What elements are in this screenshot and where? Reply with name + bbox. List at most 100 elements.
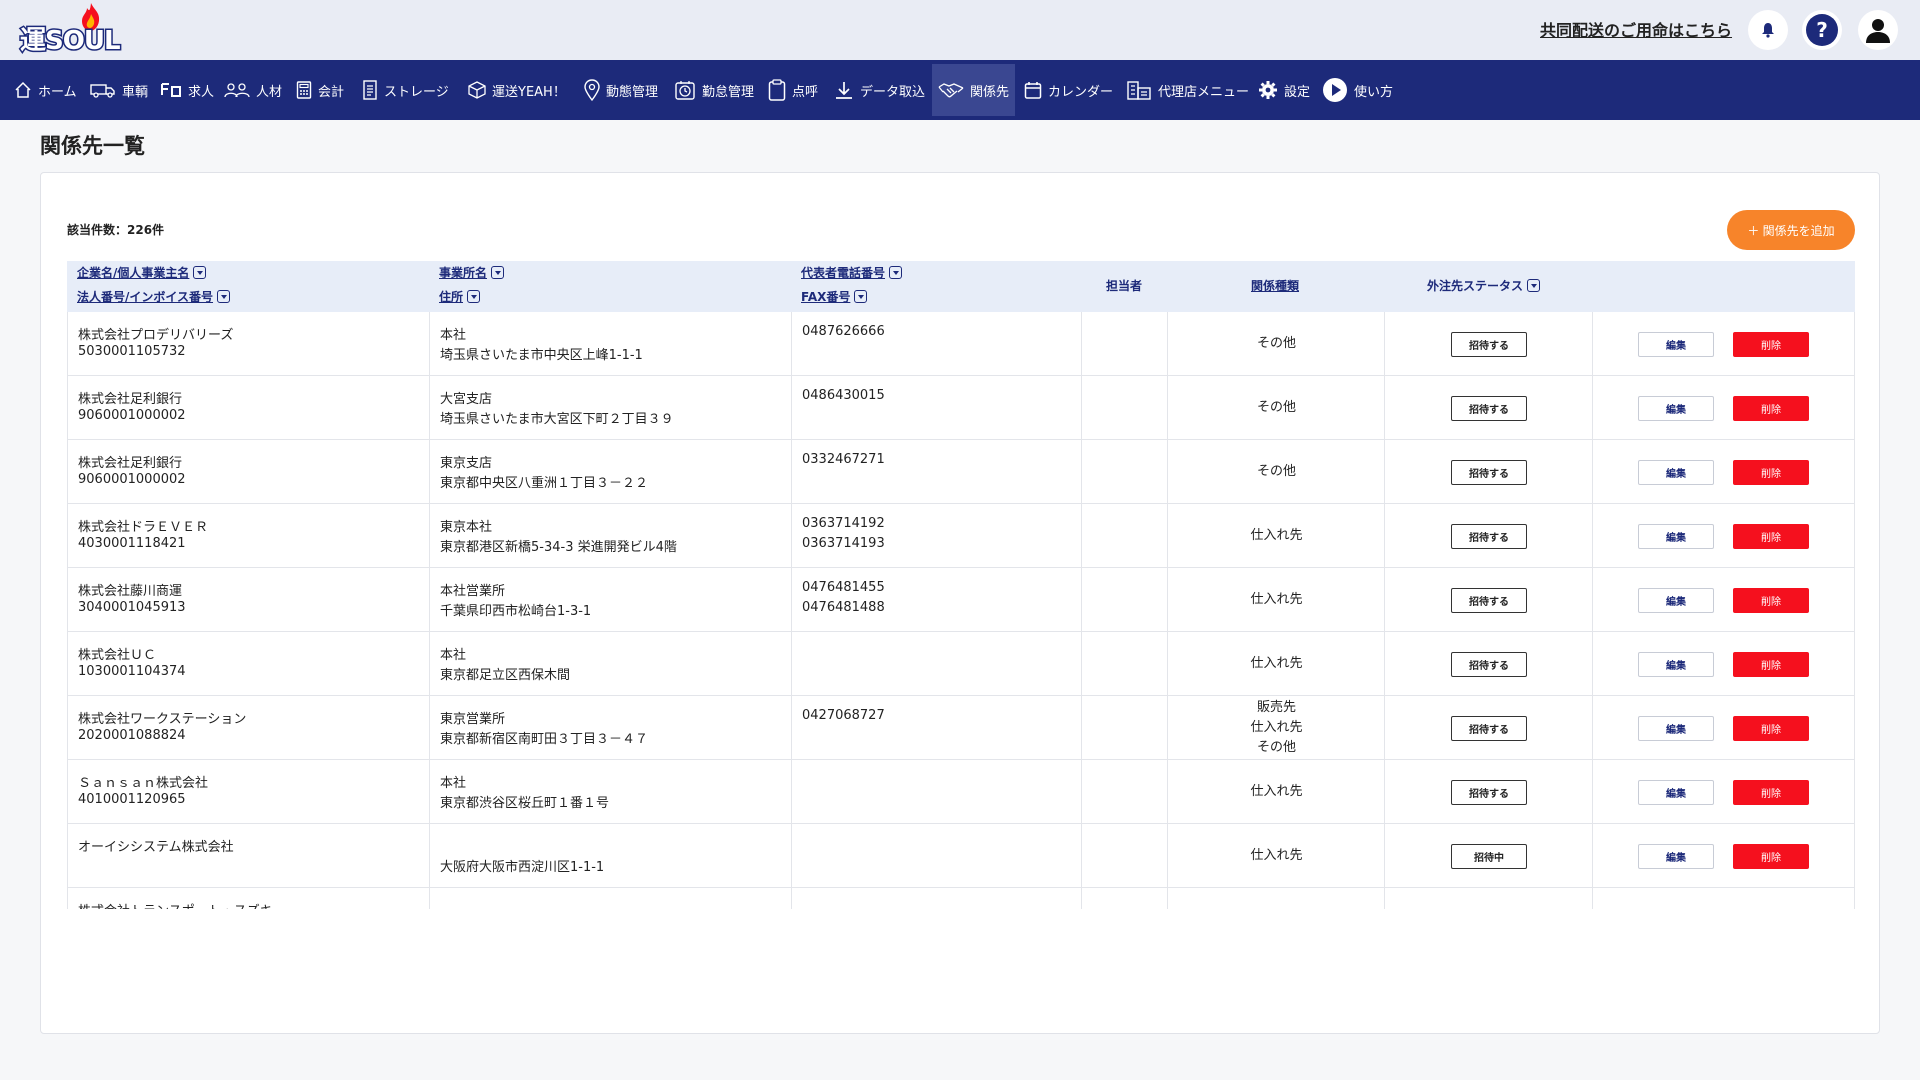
edit-button[interactable]: 編集 xyxy=(1638,524,1714,549)
kind-list: その他 xyxy=(1168,312,1385,376)
nav-tracking[interactable]: 動態管理 xyxy=(580,64,662,116)
invite-button[interactable]: 招待する xyxy=(1451,588,1527,613)
edit-button[interactable]: 編集 xyxy=(1638,652,1714,677)
phone-cell: 0486430015 xyxy=(791,376,1081,440)
delete-button[interactable]: 削除 xyxy=(1733,588,1809,613)
company-cell: オーイシシステム株式会社 xyxy=(67,824,429,888)
edit-button[interactable]: 編集 xyxy=(1638,716,1714,741)
delete-button[interactable]: 削除 xyxy=(1733,524,1809,549)
partners-card: 該当件数：226件 ＋ 関係先を追加 企業名/個人事業主名 法人番号/インボイス… xyxy=(40,172,1880,1034)
nav-storage[interactable]: ストレージ xyxy=(358,64,453,116)
edit-button[interactable]: 編集 xyxy=(1638,588,1714,613)
office-name: 大宮支店 xyxy=(440,392,493,407)
sort-phone[interactable]: 代表者電話番号 xyxy=(801,264,903,281)
invite-button[interactable]: 招待する xyxy=(1451,332,1527,357)
notification-button[interactable] xyxy=(1748,10,1788,50)
invite-button[interactable]: 招待する xyxy=(1451,460,1527,485)
invite-button[interactable]: 招待する xyxy=(1451,716,1527,741)
kind-cell: 仕入れ先 xyxy=(1167,632,1384,696)
table-row: 株式会社ワークステーション 2020001088824 東京営業所 東京都新宿区南町田… xyxy=(67,696,1855,760)
office-name: 本社営業所 xyxy=(440,584,506,599)
invite-button[interactable]: 招待する xyxy=(1451,780,1527,805)
edit-button[interactable]: 編集 xyxy=(1638,332,1714,357)
delete-button[interactable]: 削除 xyxy=(1733,780,1809,805)
relation-kind: その他 xyxy=(1256,400,1296,415)
app-logo[interactable]: 運SOUL xyxy=(16,2,164,58)
timecard-icon xyxy=(675,81,695,100)
header-label: 住所 xyxy=(439,290,464,304)
office-cell: 東京営業所 東京都新宿区南町田３丁目３－４７ xyxy=(429,696,791,760)
delete-button[interactable]: 削除 xyxy=(1733,332,1809,357)
dropdown-icon[interactable] xyxy=(193,266,207,279)
delete-button[interactable]: 削除 xyxy=(1733,652,1809,677)
sort-kind[interactable]: 関係種類 xyxy=(1251,277,1299,294)
delete-button[interactable]: 削除 xyxy=(1733,716,1809,741)
company-name: 株式会社足利銀行 xyxy=(78,392,183,407)
filter-status[interactable]: 外注先ステータス xyxy=(1427,277,1541,294)
invite-button[interactable]: 招待中 xyxy=(1451,844,1527,869)
nav-home[interactable]: ホーム xyxy=(10,64,81,116)
person-cell xyxy=(1081,440,1167,504)
invite-button[interactable]: 招待する xyxy=(1451,652,1527,677)
kind-cell: その他 xyxy=(1167,376,1384,440)
nav-partners[interactable]: 関係先 xyxy=(932,64,1016,116)
nav-attendance[interactable]: 勤怠管理 xyxy=(670,64,758,116)
company-cell: 株式会社足利銀行 9060001000002 xyxy=(67,440,429,504)
edit-button[interactable]: 編集 xyxy=(1638,396,1714,421)
nav-agency-menu[interactable]: 代理店メニュー xyxy=(1122,64,1253,116)
nav-calendar[interactable]: カレンダー xyxy=(1020,64,1117,116)
invite-button[interactable]: 招待する xyxy=(1451,396,1527,421)
add-partner-button[interactable]: ＋ 関係先を追加 xyxy=(1727,210,1855,250)
logo-text: 運SOUL xyxy=(19,25,122,58)
company-name: 株式会社ドラＥＶＥＲ xyxy=(78,520,209,535)
sort-corp-number[interactable]: 法人番号/インボイス番号 xyxy=(77,288,231,305)
joint-delivery-link[interactable]: 共同配送のご用命はこちら xyxy=(1540,17,1732,41)
sort-fax[interactable]: FAX番号 xyxy=(801,288,868,305)
delete-button[interactable]: 削除 xyxy=(1733,396,1809,421)
nav-data-import[interactable]: データ取込 xyxy=(830,64,929,116)
dropdown-icon[interactable] xyxy=(854,290,868,303)
dropdown-icon[interactable] xyxy=(1527,279,1541,292)
status-cell: 招待する xyxy=(1384,632,1592,696)
delete-button[interactable]: 削除 xyxy=(1733,460,1809,485)
nav-jobs[interactable]: 求人 xyxy=(156,64,218,116)
nav-how-to[interactable]: 使い方 xyxy=(1318,64,1397,116)
office-cell: 本社営業所 千葉県印西市松崎台1-3-1 xyxy=(429,568,791,632)
corp-number: 4030001118421 xyxy=(78,536,186,551)
relation-kind: 仕入れ先 xyxy=(1250,848,1303,863)
person-cell xyxy=(1081,760,1167,824)
kind-list: 仕入れ先 xyxy=(1168,504,1385,568)
help-button[interactable]: ? xyxy=(1802,10,1842,50)
nav-settings[interactable]: 設定 xyxy=(1254,64,1314,116)
dropdown-icon[interactable] xyxy=(491,266,505,279)
nav-vehicles[interactable]: 車輌 xyxy=(86,64,152,116)
nav-rollcall[interactable]: 点呼 xyxy=(764,64,822,116)
nav-label: データ取込 xyxy=(860,84,926,100)
phone-cell: 0476481455 0476481488 xyxy=(791,568,1081,632)
phone-number: 0427068727 xyxy=(802,708,885,723)
dropdown-icon[interactable] xyxy=(467,290,481,303)
header-label: 関係種類 xyxy=(1251,279,1300,293)
invite-button[interactable]: 招待する xyxy=(1451,524,1527,549)
nav-accounting[interactable]: 会計 xyxy=(292,64,348,116)
relation-kind: 仕入れ先 xyxy=(1250,592,1303,607)
user-menu-button[interactable] xyxy=(1858,10,1898,50)
nav-people[interactable]: 人材 xyxy=(220,64,286,116)
edit-button[interactable]: 編集 xyxy=(1638,780,1714,805)
office-name: 本社 xyxy=(440,328,467,343)
status-cell: 招待する xyxy=(1384,696,1592,760)
table-row: 株式会社トランスポート・スズキ xyxy=(67,888,1855,909)
company-cell: 株式会社ワークステーション 2020001088824 xyxy=(67,696,429,760)
kind-list: 仕入れ先 xyxy=(1168,760,1385,824)
sort-office-name[interactable]: 事業所名 xyxy=(439,264,505,281)
sort-company-name[interactable]: 企業名/個人事業主名 xyxy=(77,264,207,281)
sort-address[interactable]: 住所 xyxy=(439,288,481,305)
edit-button[interactable]: 編集 xyxy=(1638,460,1714,485)
dropdown-icon[interactable] xyxy=(889,266,903,279)
dropdown-icon[interactable] xyxy=(217,290,231,303)
delete-button[interactable]: 削除 xyxy=(1733,844,1809,869)
nav-unso-yeah[interactable]: 運送YEAH！ xyxy=(464,64,570,116)
download-icon xyxy=(836,82,852,99)
edit-button[interactable]: 編集 xyxy=(1638,844,1714,869)
person-cell xyxy=(1081,376,1167,440)
